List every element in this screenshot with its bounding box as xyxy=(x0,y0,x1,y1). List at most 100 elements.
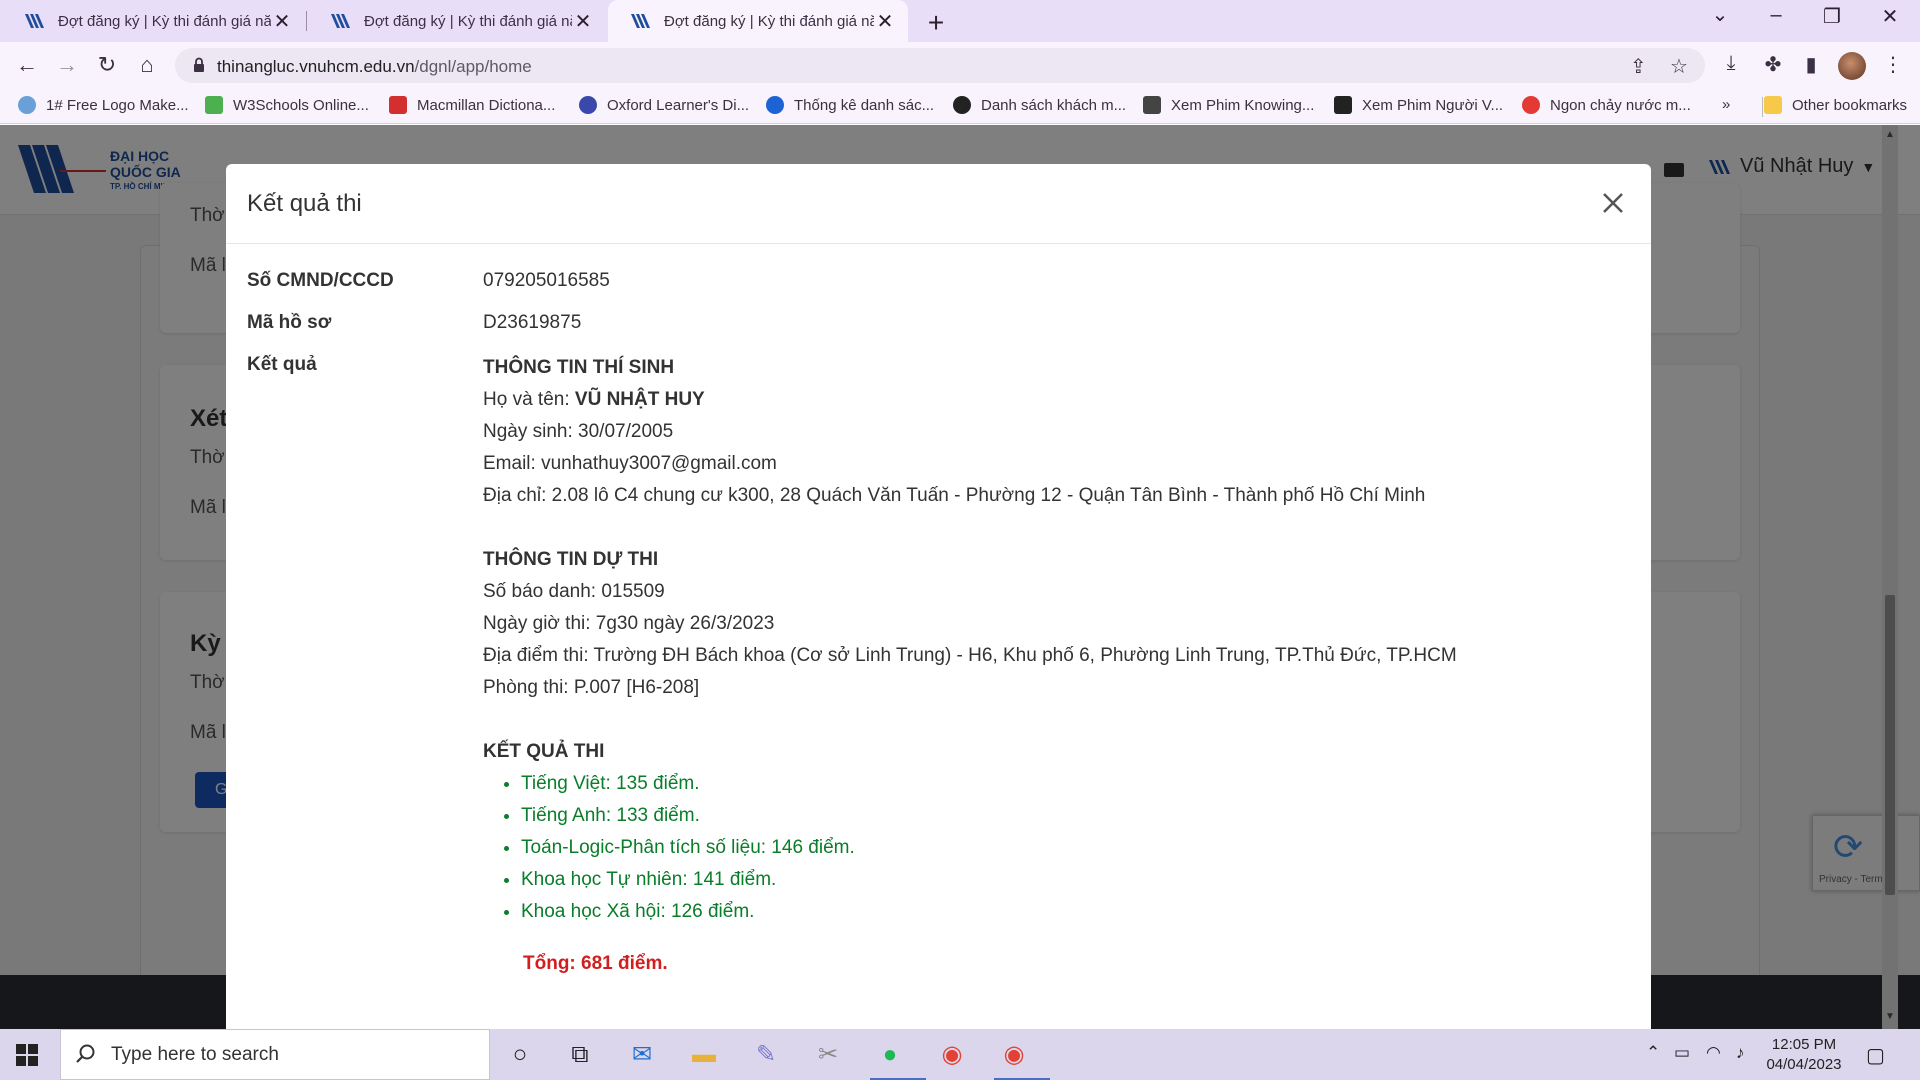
address-bar[interactable]: thinangluc.vnuhcm.edu.vn/dgnl/app/home ⇪… xyxy=(175,48,1705,83)
browser-toolbar: ← → ↻ ⌂ thinangluc.vnuhcm.edu.vn/dgnl/ap… xyxy=(0,42,1920,89)
bookmark-label: W3Schools Online... xyxy=(233,96,369,114)
snipping-tool-icon[interactable]: ✂ xyxy=(808,1037,848,1073)
scores-heading: KẾT QUẢ THI xyxy=(483,741,605,762)
candidate-address: Địa chỉ: 2.08 lô C4 chung cư k300, 28 Qu… xyxy=(483,485,1426,506)
profile-avatar[interactable] xyxy=(1838,52,1866,80)
tray-chevron-icon[interactable]: ⌃ xyxy=(1646,1043,1660,1063)
candidate-dob: Ngày sinh: 30/07/2005 xyxy=(483,421,674,442)
volume-icon[interactable]: ♪ xyxy=(1736,1043,1745,1063)
bookmark-item[interactable]: Macmillan Dictiona... xyxy=(389,96,555,114)
tab-title: Đợt đăng ký | Kỳ thi đánh giá năng lực xyxy=(664,12,874,30)
score-item: Khoa học Xã hội: 126 điểm. xyxy=(521,896,1633,928)
bookmark-item[interactable]: Ngon chảy nước m... xyxy=(1522,96,1691,114)
bookmark-item[interactable]: 1# Free Logo Make... xyxy=(18,96,189,114)
tab-title: Đợt đăng ký | Kỳ thi đánh giá năng lực xyxy=(364,12,572,30)
candidate-name-line: Họ và tên: VŨ NHẬT HUY xyxy=(483,384,1633,416)
bookmark-label: Xem Phim Knowing... xyxy=(1171,96,1315,114)
exam-room: Phòng thi: P.007 [H6-208] xyxy=(483,677,700,698)
chrome-profile-icon[interactable]: ◉ xyxy=(994,1037,1050,1080)
result-label: Kết quả xyxy=(247,354,317,375)
browser-tab-2[interactable]: Đợt đăng ký | Kỳ thi đánh giá năng lực ✕ xyxy=(308,0,606,42)
folder-icon xyxy=(1764,96,1782,114)
restore-icon[interactable]: ❐ xyxy=(1812,4,1852,29)
r-icon xyxy=(766,96,784,114)
back-icon[interactable]: ← xyxy=(12,50,42,80)
id-label: Số CMND/CCCD xyxy=(247,270,394,291)
other-bookmarks[interactable]: Other bookmarks xyxy=(1764,96,1907,114)
home-icon[interactable]: ⌂ xyxy=(132,50,162,80)
bookmark-separator xyxy=(1762,97,1763,117)
vnu-favicon-icon xyxy=(631,14,650,28)
tab-separator xyxy=(306,11,307,31)
new-tab-icon[interactable]: + xyxy=(922,7,950,39)
share-icon[interactable]: ⇪ xyxy=(1630,54,1647,79)
url-host: thinangluc.vnuhcm.edu.vn xyxy=(217,57,415,76)
close-tab-icon[interactable]: ✕ xyxy=(572,9,594,34)
result-content: THÔNG TIN THÍ SINH Họ và tên: VŨ NHẬT HU… xyxy=(483,352,1633,980)
score-total: Tổng: 681 điểm. xyxy=(523,953,668,974)
battery-icon[interactable]: ▭ xyxy=(1674,1043,1690,1063)
tab-strip: Đợt đăng ký | Kỳ thi đánh giá năng lực ✕… xyxy=(0,0,1920,42)
close-tab-icon[interactable]: ✕ xyxy=(874,9,896,34)
menu-kebab-icon[interactable]: ⋮ xyxy=(1880,52,1906,78)
exam-time: Ngày giờ thi: 7g30 ngày 26/3/2023 xyxy=(483,613,775,634)
name-label: Họ và tên: xyxy=(483,389,575,410)
bookmark-item[interactable]: Xem Phim Knowing... xyxy=(1143,96,1314,114)
bookmark-item[interactable]: Xem Phim Người V... xyxy=(1334,96,1503,114)
candidate-heading: THÔNG TIN THÍ SINH xyxy=(483,357,675,378)
spotify-icon[interactable]: ● xyxy=(870,1037,926,1080)
bookmark-item[interactable]: Oxford Learner's Di... xyxy=(579,96,749,114)
chrome-icon[interactable]: ◉ xyxy=(932,1037,972,1073)
bookmark-star-icon[interactable]: ☆ xyxy=(1670,54,1688,79)
oxford-icon xyxy=(579,96,597,114)
exam-sbd: Số báo danh: 015509 xyxy=(483,581,665,602)
paint-icon[interactable]: ✎ xyxy=(746,1037,786,1073)
bookmarks-bar: 1# Free Logo Make... W3Schools Online...… xyxy=(0,89,1920,124)
reload-icon[interactable]: ↻ xyxy=(92,50,122,80)
bookmark-item[interactable]: Danh sách khách m... xyxy=(953,96,1126,114)
bookmark-item[interactable]: W3Schools Online... xyxy=(205,96,369,114)
tab-title: Đợt đăng ký | Kỳ thi đánh giá năng lực xyxy=(58,12,271,30)
candidate-email: Email: vunhathuy3007@gmail.com xyxy=(483,453,777,474)
vnu-favicon-icon xyxy=(331,14,350,28)
bookmarks-more-icon[interactable]: » xyxy=(1722,96,1730,113)
tv-icon xyxy=(1334,96,1352,114)
close-icon[interactable] xyxy=(1598,188,1628,218)
tab-search-icon[interactable]: ⌄ xyxy=(1700,2,1740,27)
minimize-icon[interactable]: – xyxy=(1756,4,1796,27)
bookmark-label: Danh sách khách m... xyxy=(981,96,1127,114)
mail-app-icon[interactable]: ✉ xyxy=(622,1037,662,1073)
notifications-icon[interactable]: ▢ xyxy=(1866,1043,1885,1068)
bookmark-label: Xem Phim Người V... xyxy=(1362,96,1504,114)
taskbar-search[interactable]: Type here to search xyxy=(60,1029,490,1080)
extensions-icon[interactable]: ✤ xyxy=(1760,52,1786,78)
clock-time: 12:05 PM xyxy=(1771,1036,1837,1053)
download-icon[interactable]: ⤓ xyxy=(1718,52,1744,78)
bookmark-label: Thống kê danh sác... xyxy=(794,96,935,114)
score-item: Toán-Logic-Phân tích số liệu: 146 điểm. xyxy=(521,832,1633,864)
windows-taskbar: Type here to search ○ ⧉ ✉ ▬ ✎ ✂ ● ◉ ◉ ⌃ … xyxy=(0,1029,1920,1080)
close-tab-icon[interactable]: ✕ xyxy=(271,9,293,34)
cortana-icon[interactable]: ○ xyxy=(500,1037,540,1073)
windows-start-icon[interactable] xyxy=(16,1044,38,1066)
wifi-icon[interactable]: ◠ xyxy=(1706,1043,1721,1063)
task-view-icon[interactable]: ⧉ xyxy=(560,1037,600,1073)
forward-icon[interactable]: → xyxy=(52,50,82,80)
exam-result-modal: Kết quả thi Số CMND/CCCD 079205016585 Mã… xyxy=(226,164,1651,1029)
w3schools-icon xyxy=(205,96,223,114)
side-panel-icon[interactable]: ▮ xyxy=(1798,52,1824,78)
browser-tab-1[interactable]: Đợt đăng ký | Kỳ thi đánh giá năng lực ✕ xyxy=(2,0,305,42)
channel-14-icon xyxy=(1522,96,1540,114)
bookmark-label: Oxford Learner's Di... xyxy=(607,96,750,114)
bookmark-item[interactable]: Thống kê danh sác... xyxy=(766,96,934,114)
score-item: Tiếng Việt: 135 điểm. xyxy=(521,768,1633,800)
taskbar-clock[interactable]: 12:05 PM 04/04/2023 xyxy=(1764,1035,1844,1075)
url-path: /dgnl/app/home xyxy=(414,57,532,76)
candidate-name: VŨ NHẬT HUY xyxy=(574,389,705,410)
browser-tab-3-active[interactable]: Đợt đăng ký | Kỳ thi đánh giá năng lực ✕ xyxy=(608,0,908,42)
close-window-icon[interactable]: ✕ xyxy=(1870,4,1910,29)
exam-heading: THÔNG TIN DỰ THI xyxy=(483,549,659,570)
file-explorer-icon[interactable]: ▬ xyxy=(684,1037,724,1073)
